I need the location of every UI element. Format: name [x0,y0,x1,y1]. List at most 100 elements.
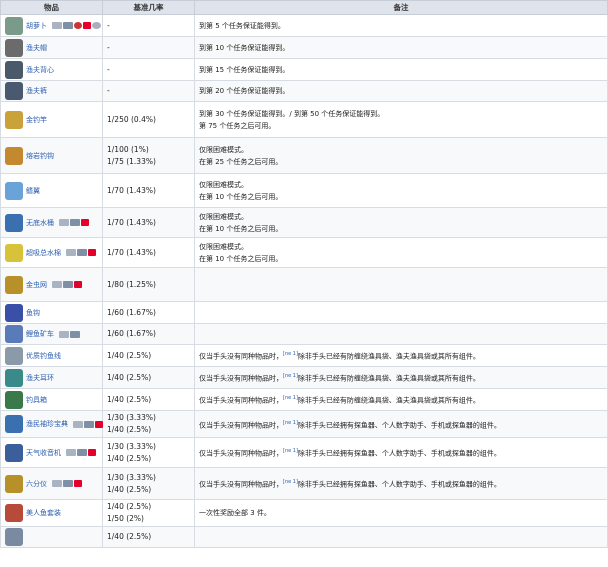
header-item: 物品 [0,0,103,15]
item-name-link[interactable]: 超吸总水棉 [26,247,61,259]
footnote-link[interactable]: [ne 1] [283,448,298,454]
item-cell: 胡萝卜 [0,14,103,37]
rate-cell: 1/80 (1.25%) [102,267,195,302]
item-name-link[interactable]: 胡萝卜 [26,20,47,32]
platform-con-icon [63,281,73,288]
table-row: 无底水桶 1/70 (1.43%) 仅限困难模式。 在第 10 个任务之后可用。 [0,207,608,238]
rate-cell: 1/30 (3.33%) 1/40 (2.5%) [102,410,195,438]
item-cell [0,526,103,548]
item-name-link[interactable]: 鱼钩 [26,307,40,319]
platform-pc-icon [52,22,62,29]
rate-value: 1/30 (3.33%) [107,472,156,482]
item-name-link[interactable]: 渔夫背心 [26,64,54,76]
hat-icon [5,38,23,57]
platform-pc-icon [59,330,69,338]
note-text: 一次性奖励全部 3 件。 [199,509,271,517]
table-row: 鲤鱼矿车 1/60 (1.67%) [0,323,608,345]
note-cell [194,301,608,324]
footnote-link[interactable]: [ne 1] [283,479,298,485]
platform-icons [66,249,96,256]
rate-value: 1/60 (1.67%) [107,329,156,338]
footnote-link[interactable]: [ne 1] [283,351,298,357]
note-text: 仅当手头没有同种物品时， [199,480,283,489]
rate-value: 1/70 (1.43%) [107,217,156,227]
fish-hook-icon [5,303,23,322]
item-name-link[interactable]: 无底水桶 [26,217,54,229]
footnote-link[interactable]: [ne 1] [283,373,298,379]
note-text: 到第 15 个任务保证能得到。 [199,65,290,74]
item-name-link[interactable]: 六分仪 [26,478,47,490]
note-cell: 仅当手头没有同种物品时，[ne 1]除非手头已经拥有探鱼器、个人数字助手、手机或… [194,437,608,468]
rate-cell: 1/40 (2.5%) [102,526,195,548]
note-text: 除非手头已经有防缠绕渔具袋、渔夫渔具袋或其所有组件。 [297,352,480,361]
platform-con-icon [63,22,73,29]
item-name-link[interactable]: 天气收音机 [26,447,61,459]
note-cell: 到第 5 个任务保证能得到。 [194,14,608,37]
rate-cell: 1/40 (2.5%) [102,388,195,411]
footnote-link[interactable]: [ne 1] [283,420,298,426]
platform-icons [52,281,82,288]
platform-ns-icon [88,249,96,256]
item-name-link[interactable]: 渔民袖珍宝典 [26,418,68,430]
note-text: 仅当手头没有同种物品时， [199,396,283,405]
note-text: 仅当手头没有同种物品时， [199,421,283,430]
item-name-link[interactable]: 渔夫裤 [26,85,47,97]
table-body: 胡萝卜 - 到第 5 个任务保证能得到。渔夫帽 - 到第 10 个任务保证能得到。渔夫背… [0,14,608,548]
item-cell: 鳍翼 [0,173,103,208]
carrot-icon [5,16,23,35]
platform-icons [52,480,82,487]
platform-pc-icon [52,480,62,487]
rate-value: 1/40 (2.5%) [107,484,152,494]
item-name-link[interactable]: 鳍翼 [26,185,40,197]
note-text: 第 75 个任务之后可用。 [199,121,276,130]
platform-con-icon [63,480,73,487]
note-cell: 仅限困难模式。在第 25 个任务之后可用。 [194,137,608,174]
bucket-icon [5,213,23,232]
note-cell: 仅当手头没有同种物品时，[ne 1]除非手头已经有防缠绕渔具袋、渔夫渔具袋或其所… [194,366,608,389]
platform-icons [59,330,80,338]
note-text: 在第 25 个任务之后可用。 [199,157,283,166]
platform-icons [59,219,89,226]
note-cell: 一次性奖励全部 3 件。 [194,499,608,527]
item-name-link[interactable]: 熔岩钓钩 [26,150,54,162]
rate-value: 1/250 (0.4%) [107,114,156,124]
rate-value: - [107,86,110,95]
note-cell: 到第 10 个任务保证能得到。 [194,36,608,59]
rate-cell: 1/250 (0.4%) [102,101,195,138]
item-name-link[interactable]: 优质钓鱼线 [26,350,61,362]
note-text: 仅当手头没有同种物品时， [199,352,283,361]
note-cell: 仅限困难模式。 在第 10 个任务之后可用。 [194,237,608,268]
item-name-link[interactable]: 金虫网 [26,279,47,291]
fishing-line-icon [5,346,23,365]
partial-icon [5,528,23,546]
footnote-link[interactable]: [ne 1] [283,395,298,401]
item-name-link[interactable]: 美人鱼套装 [26,507,61,519]
rate-cell: 1/30 (3.33%) 1/40 (2.5%) [102,467,195,500]
note-text: 仅限困难模式。 [199,145,248,154]
item-cell: 渔夫耳环 [0,366,103,389]
rate-value: 1/70 (1.43%) [107,185,156,195]
item-cell: 美人鱼套装 [0,499,103,527]
rate-value: - [107,64,110,74]
rate-cell: - [102,80,195,102]
item-cell: 金虫网 [0,267,103,302]
note-cell: 仅当手头没有同种物品时，[ne 1]除非手头已经拥有探鱼器、个人数字助手、手机或… [194,410,608,438]
table-row: 优质钓鱼线 1/40 (2.5%) 仅当手头没有同种物品时，[ne 1]除非手头已经… [0,344,608,367]
platform-pc-icon [59,219,69,226]
platform-pc-icon [66,449,76,456]
item-name-link[interactable]: 鲤鱼矿车 [26,328,54,340]
item-name-link[interactable]: 钓具箱 [26,394,47,406]
platform-con-icon [84,420,94,428]
table-row: 超吸总水棉 1/70 (1.43%) 仅限困难模式。 在第 10 个任务之后可用。 [0,237,608,268]
note-text: 在第 10 个任务之后可用。 [199,254,283,263]
item-name-link[interactable]: 渔夫帽 [26,42,47,54]
platform-ns-icon [83,22,91,29]
item-name-link[interactable]: 金钓竿 [26,114,47,126]
item-name-link[interactable]: 渔夫耳环 [26,372,54,384]
note-cell [194,267,608,302]
radio-icon [5,443,23,462]
rate-value: 1/40 (2.5%) [107,425,152,434]
guide-icon [5,415,23,433]
table-row: 天气收音机 1/30 (3.33%) 1/40 (2.5%) 仅当手头没有同种物品时，… [0,437,608,468]
note-cell: 到第 15 个任务保证能得到。 [194,58,608,81]
